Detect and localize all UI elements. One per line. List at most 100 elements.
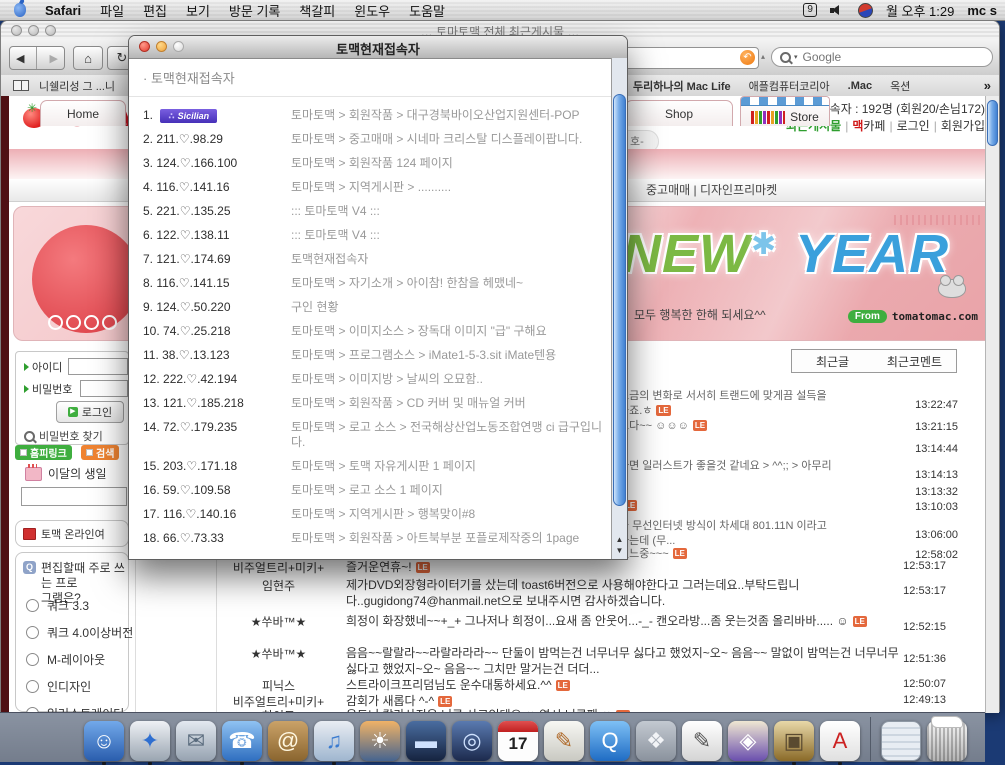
radio-button[interactable] <box>26 653 39 666</box>
popup-scrollbar-thumb[interactable] <box>613 94 626 506</box>
visitor-row[interactable]: 16. 59.♡.109.58토마토맥 > 로고 소스 1 페이지 <box>143 483 611 498</box>
visitor-row[interactable]: 3. 124.♡.166.100토마토맥 > 회원작품 124 페이지 <box>143 156 611 171</box>
visitor-row[interactable]: 14. 72.♡.179.235토마토맥 > 로고 소스 > 전국해상산업노동조… <box>143 420 611 450</box>
recent-row[interactable]: 술 무선인터넷 방식이 차세대 801.11N 이라고하는데 (무...13:0… <box>619 519 996 549</box>
visitor-row[interactable]: 11. 38.♡.13.123토마토맥 > 프로그램소스 > iMate1-5-… <box>143 348 611 363</box>
search-input[interactable] <box>801 49 984 65</box>
poll-option[interactable]: 인디자인 <box>26 678 126 695</box>
post-text[interactable]: 즐거운연휴~!LE <box>346 559 911 575</box>
recent-row[interactable]: 하면 일러스트가 좋을것 같네요 > ^^;; > 아무리...13:14:13 <box>619 459 996 489</box>
dock-icon-quark-xpress[interactable]: ◈ <box>728 721 768 761</box>
home-button[interactable]: ⌂ <box>73 46 103 70</box>
bookmark-item[interactable]: 두리하나의 Mac Life <box>633 78 731 94</box>
poll-option[interactable]: 쿼크 3.3 <box>26 597 126 614</box>
top-link[interactable]: 로그인 <box>897 119 930 133</box>
bookmark-item[interactable]: .Mac <box>848 80 872 92</box>
bookmark-item[interactable]: 옥션 <box>890 78 910 94</box>
scroll-down-arrow[interactable]: ▼ <box>616 546 624 555</box>
page-scrollbar-thumb[interactable] <box>987 100 998 146</box>
tab-home[interactable]: Home <box>40 100 126 126</box>
menubar-menu[interactable]: 편집 <box>143 1 167 20</box>
bookmark-item[interactable]: 니쉘리성 그 ...니 <box>39 78 115 94</box>
radio-button[interactable] <box>26 680 39 693</box>
dock-icon-appleworks[interactable]: ✎ <box>544 721 584 761</box>
back-forward-buttons[interactable]: ◀ ▶ <box>9 46 65 70</box>
back-icon[interactable]: ◀ <box>16 52 24 65</box>
top-link[interactable]: 맥카페 <box>852 119 885 133</box>
dock-icon-mail[interactable]: ✉ <box>176 721 216 761</box>
volume-icon[interactable] <box>830 4 845 16</box>
id-input[interactable] <box>68 358 128 375</box>
dock-icon-minimized-window[interactable] <box>881 721 921 761</box>
popup-title-bar[interactable]: 토맥현재접속자 <box>129 36 627 59</box>
user-menu[interactable]: mc s <box>967 3 997 18</box>
field-resize-nub[interactable]: ▴ <box>761 52 765 61</box>
menubar-menu[interactable]: 보기 <box>186 1 210 20</box>
dock-icon-illustrator[interactable]: ▣ <box>774 721 814 761</box>
visitor-row[interactable]: 8. 116.♡.141.15토마토맥 > 자기소개 > 아이참! 한참을 헤맸… <box>143 276 611 291</box>
post-author[interactable]: 임현주 <box>216 577 341 594</box>
dock-icon-itunes[interactable]: ♫ <box>314 721 354 761</box>
tab-shop[interactable]: Shop <box>625 100 733 126</box>
homepage-link-badge[interactable]: 홈피링크 <box>15 445 72 460</box>
radio-button[interactable] <box>26 626 39 639</box>
page-scrollbar[interactable] <box>985 96 999 713</box>
top-link[interactable]: 회원가입 <box>941 119 985 133</box>
birthday-row[interactable]: 이달의 생일 <box>25 465 107 482</box>
dock-icon-apple-book[interactable]: ❖ <box>636 721 676 761</box>
post-text[interactable]: 스트라이크프리덤님도 운수대통하세요.^^LE <box>346 677 911 693</box>
dock-icon-idvd[interactable]: ◎ <box>452 721 492 761</box>
poll-option[interactable]: 쿼크 4.0이상버전 <box>26 624 126 641</box>
visitor-row[interactable]: 1. ∴Sicilian토마토맥 > 회원작품 > 대구경북바이오산업지원센터-… <box>143 108 611 123</box>
visitor-row[interactable]: 4. 116.♡.141.16토마토맥 > 지역게시판 > .......... <box>143 180 611 195</box>
find-password-link[interactable]: 비밀번호 찾기 <box>24 428 103 444</box>
visitor-row[interactable]: 13. 121.♡.185.218토마토맥 > 회원작품 > CD 커버 및 매… <box>143 396 611 411</box>
submenu-links[interactable]: 중고매매 | 디자인프리마켓 <box>646 183 777 197</box>
tab-recent-comments[interactable]: 최근코멘트 <box>873 349 957 373</box>
apple-menu-icon[interactable] <box>14 3 26 17</box>
search-options-caret[interactable]: ▾ <box>794 53 798 61</box>
menubar-menu[interactable]: 도움말 <box>409 1 445 20</box>
menubar-menu[interactable]: 파일 <box>100 1 124 20</box>
visitor-row[interactable]: 6. 122.♡.138.11::: 토마토맥 V4 ::: <box>143 228 611 243</box>
visitor-row[interactable]: 17. 116.♡.140.16토마토맥 > 지역게시판 > 행복맞이#8 <box>143 507 611 522</box>
menubar-menu[interactable]: 방문 기록 <box>229 1 280 20</box>
menubar-menu[interactable]: 윈도우 <box>354 1 390 20</box>
snapback-icon[interactable]: ↶ <box>740 50 755 65</box>
visitor-row[interactable]: 15. 203.♡.171.18토마토맥 > 토맥 자유게시판 1 페이지 <box>143 459 611 474</box>
visitor-row[interactable]: 18. 66.♡.73.33토마토맥 > 회원작품 > 아트북부분 포플로제작중… <box>143 531 611 546</box>
login-button[interactable]: ▶ 로그인 <box>56 401 124 423</box>
visitor-row[interactable]: 12. 222.♡.42.194토마토맥 > 이미지방 > 날씨의 오묘함.. <box>143 372 611 387</box>
menubar-menu[interactable]: 책갈피 <box>299 1 335 20</box>
dock-icon-ichat[interactable]: ☎ <box>222 721 262 761</box>
pw-input[interactable] <box>80 380 128 397</box>
dock-icon-safari[interactable]: ✦ <box>130 721 170 761</box>
post-author[interactable]: 피닉스 <box>216 677 341 694</box>
dock-icon-acrobat-reader[interactable]: A <box>820 721 860 761</box>
post-author[interactable]: ★쑤바™★ <box>216 645 341 662</box>
recent-row[interactable]: 쁘다~~ ☺☺☺LE13:21:15 <box>619 419 996 434</box>
tab-recent-posts[interactable]: 최근글 <box>791 349 874 373</box>
recent-row[interactable]: 조금의 변화로 서서히 트랜드에 맞게끔 설득을들죠.ㅎLE13:22:47 <box>619 389 996 419</box>
bookmarks-icon[interactable] <box>13 80 29 91</box>
menu-app-name[interactable]: Safari <box>45 3 81 18</box>
popup-scrollbar[interactable]: ▲ ▼ <box>611 58 627 559</box>
visitor-row[interactable]: 2. 211.♡.98.29토마토맥 > 중고매매 > 시네마 크리스탈 디스플… <box>143 132 611 147</box>
dock-icon-address-book[interactable]: @ <box>268 721 308 761</box>
poll-option[interactable]: M-레이아웃 <box>26 651 126 668</box>
post-text[interactable]: 희정이 화장했네~~+_+ 그나저나 희정이...요새 좀 안웃어...-_- … <box>346 613 911 629</box>
menu-clock[interactable]: 월 오후 1:29 <box>886 1 954 20</box>
dock-icon-trash[interactable] <box>927 721 967 761</box>
post-author[interactable]: 비주얼트리+미키+ <box>216 559 341 576</box>
korean-input-icon[interactable] <box>858 3 873 18</box>
visitor-row[interactable]: 5. 221.♡.135.25::: 토마토맥 V4 ::: <box>143 204 611 219</box>
radio-button[interactable] <box>26 599 39 612</box>
app-indicator-icon[interactable]: 9 <box>803 3 817 17</box>
dock-icon-imovie[interactable]: ▬ <box>406 721 446 761</box>
post-author[interactable]: ★쑤바™★ <box>216 613 341 630</box>
scroll-up-arrow[interactable]: ▲ <box>616 535 624 544</box>
visitor-row[interactable]: 7. 121.♡.174.69토맥현재접속자 <box>143 252 611 267</box>
dock-icon-textedit[interactable]: ✎ <box>682 721 722 761</box>
tab-store[interactable]: Store <box>740 96 830 126</box>
sidebar-input[interactable] <box>21 487 127 506</box>
